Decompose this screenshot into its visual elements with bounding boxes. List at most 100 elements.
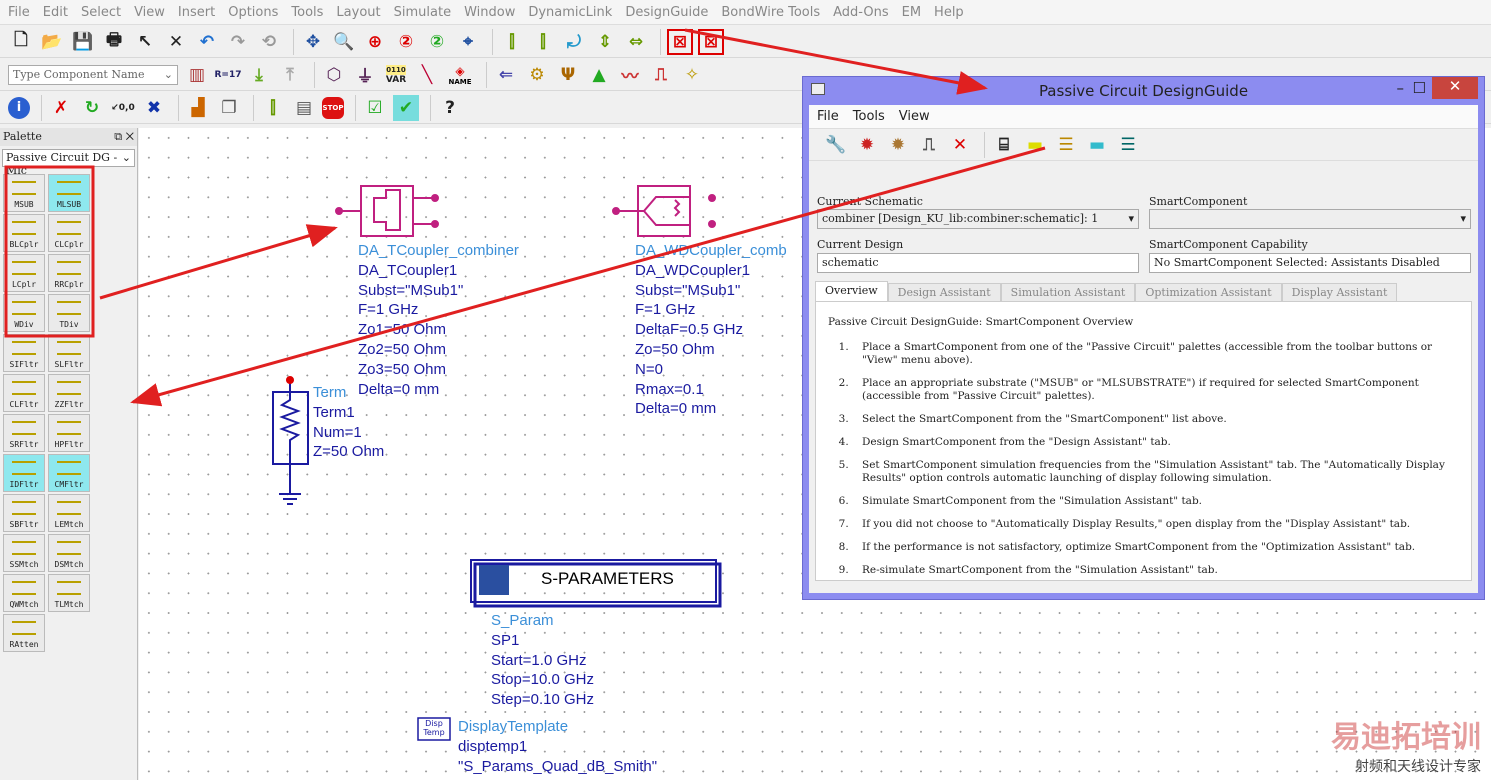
- menu-designguide[interactable]: DesignGuide: [625, 5, 708, 20]
- delete-icon[interactable]: ✕: [947, 132, 973, 158]
- palette-item-qwmtch[interactable]: QWMtch: [3, 574, 45, 612]
- palette-item-lcplr[interactable]: LCplr: [3, 254, 45, 292]
- palette-library-select[interactable]: Passive Circuit DG - Mic ⌄: [2, 149, 135, 177]
- info-icon[interactable]: i: [8, 96, 30, 119]
- tuning-icon[interactable]: Ψ: [555, 62, 581, 88]
- origin-icon[interactable]: ↙0,0: [110, 95, 136, 121]
- zoom-out-2-icon[interactable]: ②: [424, 29, 450, 55]
- menu-file[interactable]: File: [8, 5, 30, 20]
- ground-icon[interactable]: ⏚: [352, 62, 378, 88]
- menu-simulate[interactable]: Simulate: [394, 5, 451, 20]
- delete-all-icon[interactable]: ✖: [141, 95, 167, 121]
- component-name-input[interactable]: Type Component Name ⌄: [8, 64, 178, 85]
- menu-insert[interactable]: Insert: [178, 5, 215, 20]
- tab-overview[interactable]: Overview: [815, 281, 888, 302]
- palette-item-msub[interactable]: MSUB: [3, 174, 45, 212]
- palette-item-clcplr[interactable]: CLCplr: [48, 214, 90, 252]
- menu-em[interactable]: EM: [902, 5, 921, 20]
- palette-item-slfltr[interactable]: SLFltr: [48, 334, 90, 372]
- palette-item-sifltr[interactable]: SIFltr: [3, 334, 45, 372]
- repeat-icon[interactable]: ⟲: [256, 29, 282, 55]
- undo-icon[interactable]: ↶: [194, 29, 220, 55]
- param-icon[interactable]: R=17: [215, 62, 242, 88]
- palette-item-hpfltr[interactable]: HPFltr: [48, 414, 90, 452]
- insert-icon[interactable]: ⤓: [246, 62, 272, 88]
- pan-icon[interactable]: ✥: [300, 29, 326, 55]
- copy-window-icon[interactable]: ❐: [216, 95, 242, 121]
- mirror-y-icon[interactable]: ⇔: [623, 29, 649, 55]
- port-icon[interactable]: ⬡: [321, 62, 347, 88]
- zoom-in-icon[interactable]: ⊕: [362, 29, 388, 55]
- filter-palette-icon[interactable]: ☰: [1053, 132, 1079, 158]
- minimize-icon[interactable]: –: [1397, 79, 1405, 97]
- coupler-palette-icon[interactable]: ⌸: [991, 132, 1017, 158]
- rotate-icon[interactable]: ⤾: [561, 29, 587, 55]
- palette-item-tlmtch[interactable]: TLMtch: [48, 574, 90, 612]
- palette-close-icon[interactable]: ⧉ ✕: [114, 130, 134, 144]
- check-design-icon[interactable]: ☑: [362, 95, 388, 121]
- line-palette-icon[interactable]: ☰: [1115, 132, 1141, 158]
- palette-item-blcplr[interactable]: BLCplr: [3, 214, 45, 252]
- match-palette-icon[interactable]: ▬: [1084, 132, 1110, 158]
- simulation-settings-icon[interactable]: ⚙: [524, 62, 550, 88]
- menu-add-ons[interactable]: Add-Ons: [833, 5, 888, 20]
- zoom-in-2-icon[interactable]: ②: [393, 29, 419, 55]
- delete-icon[interactable]: ✕: [163, 29, 189, 55]
- stub-palette-icon[interactable]: ▬: [1022, 132, 1048, 158]
- palette-item-lemtch[interactable]: LEMtch: [48, 494, 90, 532]
- gear-multi-icon[interactable]: ✹: [885, 132, 911, 158]
- menu-dynamiclink[interactable]: DynamicLink: [528, 5, 612, 20]
- palette-item-tdiv[interactable]: TDiv: [48, 294, 90, 332]
- palette-item-zzfltr[interactable]: ZZFltr: [48, 374, 90, 412]
- new-icon[interactable]: 🗋: [8, 29, 34, 55]
- snap-icon[interactable]: ⌖: [455, 29, 481, 55]
- menu-tools[interactable]: Tools: [291, 5, 323, 20]
- menu-help[interactable]: Help: [934, 5, 964, 20]
- palette-item-wdiv[interactable]: WDiv: [3, 294, 45, 332]
- wizard-icon[interactable]: ✧: [679, 62, 705, 88]
- tab-display-assistant[interactable]: Display Assistant: [1281, 283, 1398, 302]
- palette-item-ratten[interactable]: RAtten: [3, 614, 45, 652]
- wire-icon[interactable]: ╲: [414, 62, 440, 88]
- pop-out-icon[interactable]: ⫿: [530, 29, 556, 55]
- tab-optimization-assistant[interactable]: Optimization Assistant: [1135, 283, 1282, 302]
- dialog-menu-tools[interactable]: Tools: [853, 109, 885, 124]
- palette-item-srfltr[interactable]: SRFltr: [3, 414, 45, 452]
- menu-options[interactable]: Options: [228, 5, 278, 20]
- var-icon[interactable]: 0110 VAR: [383, 62, 409, 88]
- menu-layout[interactable]: Layout: [336, 5, 380, 20]
- open-icon[interactable]: 📂: [39, 29, 65, 55]
- deactivate-icon[interactable]: ⊠: [667, 28, 693, 55]
- current-design-field[interactable]: schematic: [817, 253, 1139, 273]
- tab-simulation-assistant[interactable]: Simulation Assistant: [1000, 283, 1136, 302]
- palette-item-clfltr[interactable]: CLFltr: [3, 374, 45, 412]
- dialog-menu-file[interactable]: File: [817, 109, 839, 124]
- tab-design-assistant[interactable]: Design Assistant: [887, 283, 1001, 302]
- palette-item-idfltr[interactable]: IDFltr: [3, 454, 45, 492]
- remove-wave-icon[interactable]: ✗: [48, 95, 74, 121]
- component-history-icon[interactable]: ⇐: [493, 62, 519, 88]
- palette-item-mlsub[interactable]: MLSUB: [48, 174, 90, 212]
- simulate-icon[interactable]: ▲: [586, 62, 612, 88]
- menu-edit[interactable]: Edit: [43, 5, 68, 20]
- short-icon[interactable]: ⊠: [698, 28, 724, 55]
- save-icon[interactable]: 💾: [70, 29, 96, 55]
- palette-item-dsmtch[interactable]: DSMtch: [48, 534, 90, 572]
- gear-red-icon[interactable]: ✹: [854, 132, 880, 158]
- smart-component-select[interactable]: ▾: [1149, 209, 1471, 229]
- menu-bondwire-tools[interactable]: BondWire Tools: [721, 5, 820, 20]
- menu-select[interactable]: Select: [81, 5, 121, 20]
- select-pointer-icon[interactable]: ↖: [132, 29, 158, 55]
- update-icon[interactable]: ↻: [79, 95, 105, 121]
- help-icon[interactable]: ?: [437, 95, 463, 121]
- remove-icon[interactable]: ⤒: [277, 62, 303, 88]
- netlist-icon[interactable]: ▤: [291, 95, 317, 121]
- results-icon[interactable]: 〰: [617, 62, 643, 88]
- menu-view[interactable]: View: [134, 5, 165, 20]
- push-into-icon[interactable]: ⫿: [499, 29, 525, 55]
- library-icon[interactable]: ▥: [184, 62, 210, 88]
- layout-icon[interactable]: ▟: [185, 95, 211, 121]
- name-icon[interactable]: ◈ NAME: [445, 62, 475, 88]
- redo-icon[interactable]: ↷: [225, 29, 251, 55]
- maximize-icon[interactable]: ☐: [1413, 79, 1426, 97]
